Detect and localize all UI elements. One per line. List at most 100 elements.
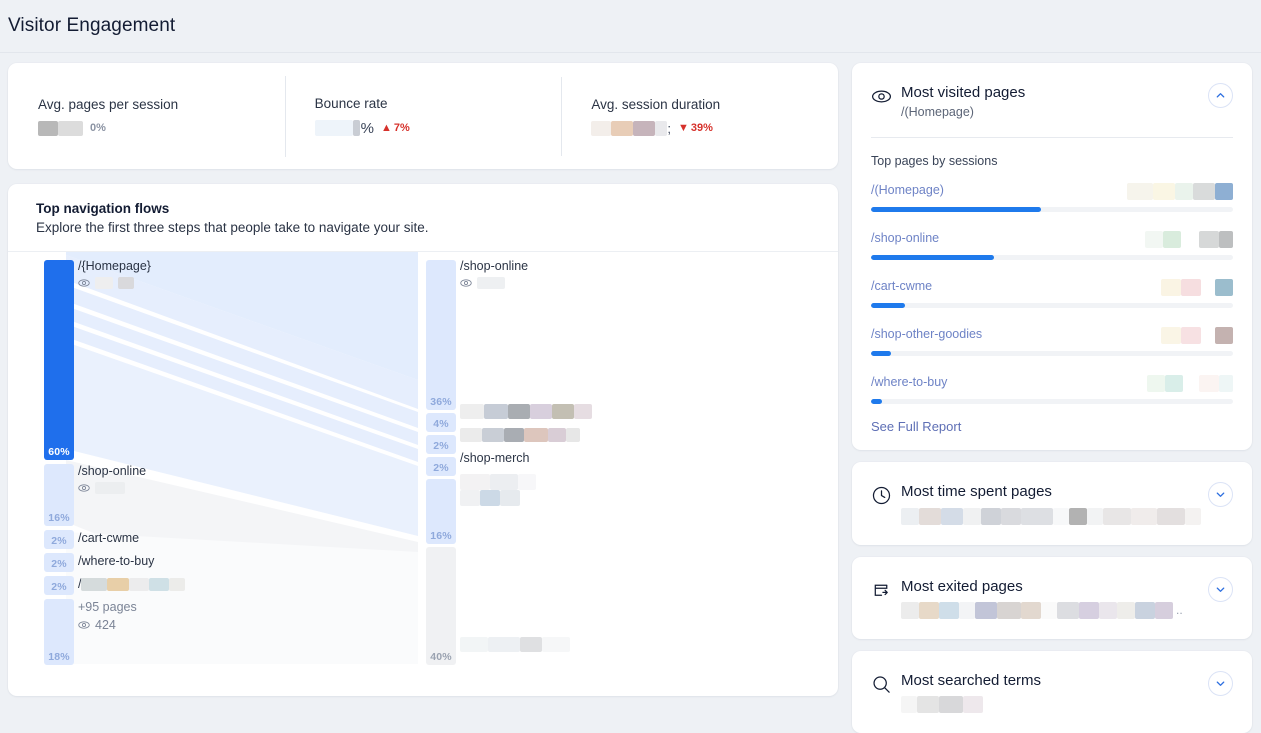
panel-header[interactable]: Most time spent pages [852,462,1252,544]
chevron-down-icon[interactable] [1208,576,1233,602]
sankey-label2-redacted-d [460,637,570,653]
sankey-node2-redacted-b[interactable]: 2% [426,435,456,454]
sankey-label-shop-online: /shop-online [78,464,146,494]
sankey-label-more-pages: +95 pages 424 [78,600,137,632]
nav-flows-subtitle: Explore the first three steps that peopl… [36,220,429,235]
sankey-node-where-to-buy[interactable]: 2% [44,553,74,572]
progress-track [871,255,1233,261]
sankey-node-pct: 36% [430,396,452,408]
page-link[interactable]: /where-to-buy [871,375,947,389]
metric-redacted [1127,183,1233,201]
sankey-diagram: 60% /{Homepage} 16% /shop-online 2% /car… [8,252,838,696]
list-item[interactable]: /shop-online [871,225,1233,261]
metric-redacted [1161,279,1233,297]
section-label: Top pages by sessions [871,154,998,169]
page-link[interactable]: /shop-online [871,231,939,245]
nav-flows-title: Top navigation flows [36,201,170,216]
kpi-bounce-rate: Bounce rate % ▲ 7% [284,75,562,157]
kpi-avg-session-duration: Avg. session duration ; ▼ 39% [561,76,838,156]
sankey-node-homepage[interactable]: 60% [44,260,74,460]
metric-redacted [1145,231,1233,249]
sankey-label-cart-cwme: /cart-cwme [78,531,140,545]
progress-fill [871,303,906,309]
sankey-views-line: 424 [78,618,137,632]
sankey-label2-redacted-c [460,474,536,506]
nav-flows-header: Top navigation flows Explore the first t… [8,184,838,252]
sankey-node2-redacted-d[interactable]: 40% [426,547,456,665]
page-link[interactable]: /shop-other-goodies [871,327,982,341]
panel-most-time-spent-pages: Most time spent pages [852,462,1252,545]
panel-subtitle-redacted [901,507,1208,525]
search-icon [871,671,901,700]
kpi-value-redacted: ; [591,120,671,136]
progress-fill [871,207,1042,213]
sankey-node2-redacted-c[interactable]: 16% [426,479,456,544]
panel-title: Most searched terms [901,671,1042,689]
kpi-label: Avg. pages per session [38,96,179,112]
page-title: Visitor Engagement [8,15,176,36]
progress-track [871,207,1233,213]
chevron-down-icon[interactable] [1208,482,1233,508]
progress-track [871,399,1233,405]
progress-fill [871,399,882,405]
kpi-avg-pages-per-session: Avg. pages per session 0% [8,97,285,136]
visitor-engagement-page: Visitor Engagement Avg. pages per sessio… [0,0,1261,733]
list-item[interactable]: /where-to-buy [871,369,1233,405]
list-item[interactable]: /shop-other-goodies [871,321,1233,357]
sankey-node-pct: 18% [48,651,70,663]
sankey-node2-shop-merch[interactable]: 2% [426,457,456,476]
kpi-delta: ▼ 39% [677,122,713,134]
kpi-value-redacted: % [314,119,375,137]
progress-track [871,303,1233,309]
top-navigation-flows-card: Top navigation flows Explore the first t… [8,184,838,696]
page-link[interactable]: /(Homepage) [871,183,944,197]
metric-redacted [1161,327,1233,345]
sankey-node-pct: 16% [48,512,70,524]
sankey-views-line [78,277,151,289]
sankey-views-line [460,277,528,289]
panel-body: Top pages by sessions /(Homepage) /shop-… [852,137,1252,450]
sankey-label2-shop-merch: /shop-merch [460,451,530,465]
sidebar-column: Most visited pages /(Homepage) Top pages… [846,63,1261,733]
sankey-views-count: 424 [95,618,116,632]
kpi-label: Avg. session duration [591,96,721,112]
list-item[interactable]: /(Homepage) [871,177,1233,213]
sankey-node2-shop-online[interactable]: 36% [426,260,456,410]
sankey-label2-redacted-b [460,427,580,442]
sankey-node2-redacted-a[interactable]: 4% [426,413,456,432]
chevron-up-icon[interactable] [1208,83,1233,108]
sankey-node-cart-cwme[interactable]: 2% [44,530,74,549]
sankey-label-homepage: /{Homepage} [78,259,151,289]
panel-header[interactable]: Most exited pages .. [852,557,1252,639]
sankey-node-pct: 16% [430,530,452,542]
arrow-down-icon: ▼ [677,122,689,134]
progress-fill [871,351,891,357]
percent-symbol: % [360,119,375,137]
sankey-node-pct: 2% [51,581,67,593]
sankey-views-line [78,482,146,494]
chevron-down-icon[interactable] [1208,670,1233,696]
panel-most-exited-pages: Most exited pages .. [852,556,1252,639]
page-link[interactable]: /cart-cwme [871,279,932,293]
see-full-report-link[interactable]: See Full Report [871,417,1233,434]
sankey-node-pct: 2% [433,462,449,474]
progress-track [871,351,1233,357]
kpi-label: Bounce rate [314,95,388,111]
eye-icon [78,621,90,629]
metric-redacted [1147,375,1233,393]
sankey-label-where-to-buy: /where-to-buy [78,554,155,568]
sankey-node-redacted[interactable]: 2% [44,576,74,595]
eye-icon [460,279,472,287]
kpi-delta: ▲ 7% [381,122,410,134]
dashboard-body: Avg. pages per session 0% Bounce rate % [0,53,1261,733]
eye-icon [78,279,90,287]
sankey-node-shop-online[interactable]: 16% [44,464,74,526]
ellipsis: .. [1176,603,1183,618]
main-column: Avg. pages per session 0% Bounce rate % [0,63,846,733]
sankey-node-more-pages[interactable]: 18% [44,599,74,665]
panel-header[interactable]: Most visited pages /(Homepage) [852,63,1252,119]
sankey-label2-redacted-a [460,404,592,420]
list-item[interactable]: /cart-cwme [871,273,1233,309]
sankey-label2-shop-online: /shop-online [460,259,528,289]
panel-header[interactable]: Most searched terms [852,651,1252,733]
